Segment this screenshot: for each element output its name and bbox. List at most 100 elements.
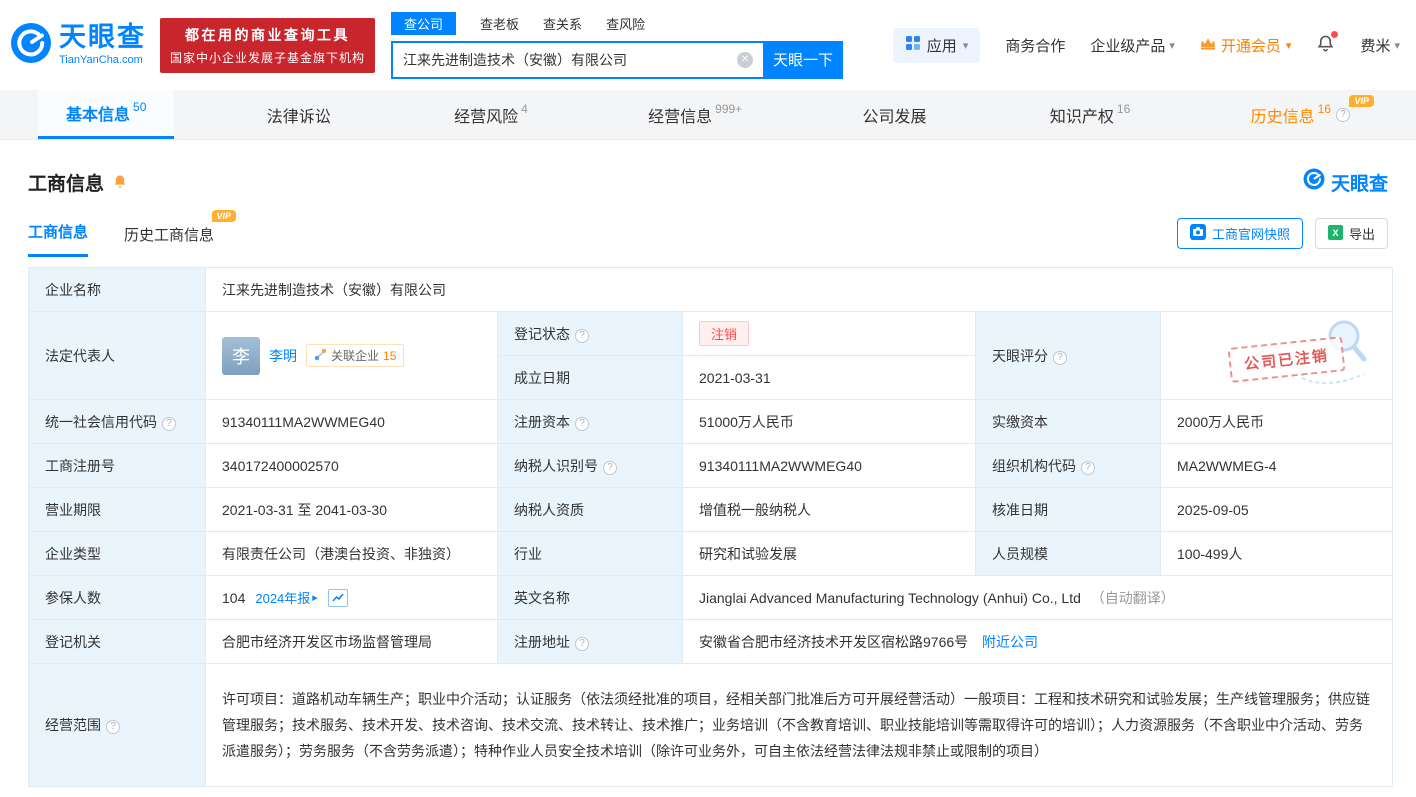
tab-legal-proceedings[interactable]: 法律诉讼 <box>239 90 362 139</box>
insured-count-label-cell: 参保人数 <box>28 575 206 620</box>
vip-badge: VIP <box>1349 95 1374 107</box>
field-label: 实缴资本 <box>992 413 1048 430</box>
camera-icon <box>1189 224 1206 243</box>
report-label: 2024年报 <box>255 591 311 606</box>
official-snapshot-button[interactable]: 工商官网快照 <box>1176 218 1303 249</box>
industry-label-cell: 行业 <box>497 531 683 576</box>
help-icon[interactable]: ? <box>575 416 589 431</box>
field-value: 2021-03-31 至 2041-03-30 <box>222 501 388 518</box>
taxpayer-quality-cell: 增值税一般纳税人 <box>682 487 976 532</box>
nearby-companies-link[interactable]: 附近公司 <box>982 634 1038 650</box>
legal-rep-name-link[interactable]: 李明 <box>269 346 297 366</box>
open-vip-menu[interactable]: 开通会员 ▾ <box>1200 35 1291 56</box>
staff-size-cell: 100-499人 <box>1159 531 1394 576</box>
english-name-value: Jianglai Advanced Manufacturing Technolo… <box>699 589 1081 606</box>
subtab-business-registration[interactable]: 工商信息 <box>28 221 89 257</box>
tab-count: 16 <box>1116 101 1131 116</box>
field-label: 成立日期 <box>514 369 570 386</box>
tab-history-info[interactable]: VIP 历史信息 16 ? <box>1223 90 1378 139</box>
crown-icon <box>1200 37 1216 54</box>
business-cooperation-link[interactable]: 商务合作 <box>1005 35 1065 56</box>
brand-name: 天眼查 <box>59 22 146 52</box>
registration-authority-label-cell: 登记机关 <box>28 619 206 664</box>
reg-status-label-cell: 登记状态? <box>497 311 683 356</box>
field-label: 注册资本 <box>514 413 570 430</box>
tab-company-development[interactable]: 公司发展 <box>835 90 958 139</box>
reg-status-cell: 注销 <box>682 311 976 356</box>
notifications-button[interactable] <box>1316 30 1339 57</box>
approval-date-label-cell: 核准日期 <box>975 487 1161 532</box>
slogan-line1: 都在用的商业查询工具 <box>185 26 350 43</box>
search-tab-risk[interactable]: 查风险 <box>606 12 645 35</box>
legal-rep-avatar[interactable]: 李 <box>222 336 260 375</box>
network-icon <box>314 348 327 364</box>
establish-date-cell: 2021-03-31 <box>682 355 976 400</box>
tyc-score-label-cell: 天眼评分? <box>975 311 1161 400</box>
auto-translate-note: （自动翻译） <box>1090 589 1175 606</box>
table-row: 统一社会信用代码? 91340111MA2WWMEG40 注册资本? 51000… <box>28 399 1394 444</box>
trend-chart-icon[interactable] <box>327 588 348 607</box>
help-icon[interactable]: ? <box>603 460 617 475</box>
help-icon[interactable]: ? <box>162 416 176 431</box>
field-value: 91340111MA2WWMEG40 <box>699 457 862 474</box>
search-tab-company[interactable]: 查公司 <box>391 11 457 35</box>
search-input[interactable] <box>391 40 764 79</box>
top-right-menu: 应用 ▾ 商务合作 企业级产品 ▾ 开通会员 ▾ 费米 ▾ <box>892 27 1400 63</box>
tab-operation-risk[interactable]: 经营风险 4 <box>426 90 556 139</box>
taxpayer-id-label-cell: 纳税人识别号? <box>497 443 683 488</box>
table-row: 企业类型 有限责任公司（港澳台投资、非独资） 行业 研究和试验发展 人员规模 1… <box>28 531 1394 576</box>
help-icon[interactable]: ? <box>1335 107 1350 122</box>
status-badge: 注销 <box>699 321 750 346</box>
registered-capital-label-cell: 注册资本? <box>497 399 683 444</box>
tab-label: 经营风险 <box>454 108 519 126</box>
help-icon[interactable]: ? <box>1081 460 1095 475</box>
section-header: 工商信息 天眼查 <box>28 168 1388 196</box>
clear-search-icon[interactable]: ✕ <box>737 51 754 68</box>
search-block: 查公司 查老板 查关系 查风险 ✕ 天眼一下 <box>391 11 844 79</box>
help-icon[interactable]: ? <box>575 636 589 651</box>
apps-menu[interactable]: 应用 ▾ <box>892 27 981 63</box>
tab-basic-info[interactable]: 基本信息 50 <box>38 90 175 139</box>
search-tab-relation[interactable]: 查关系 <box>543 12 582 35</box>
field-value: 340172400002570 <box>222 457 339 474</box>
reg-number-cell: 340172400002570 <box>205 443 498 488</box>
search-tab-boss[interactable]: 查老板 <box>480 12 519 35</box>
tab-label: 知识产权 <box>1049 108 1114 126</box>
subtab-history-registration[interactable]: VIP 历史工商信息 <box>124 210 237 257</box>
table-row: 企业名称 江来先进制造技术（安徽）有限公司 <box>28 267 1394 312</box>
related-companies-badge[interactable]: 关联企业 15 <box>306 344 405 367</box>
help-icon[interactable]: ? <box>106 720 120 734</box>
org-code-cell: MA2WWMEG-4 <box>1159 443 1394 488</box>
help-icon[interactable]: ? <box>1053 350 1067 365</box>
tab-intellectual-property[interactable]: 知识产权 16 <box>1022 90 1158 139</box>
user-menu[interactable]: 费米 ▾ <box>1360 35 1400 56</box>
export-button[interactable]: X 导出 <box>1314 218 1388 249</box>
table-row: 法定代表人 李 李明 关联企业 15 登记状态? 注销 天眼评分 ? 公司已注销 <box>28 311 1394 400</box>
main-content: 工商信息 天眼查 工商信息 VIP 历史工商信息 工商官网快照 X 导出 企业名… <box>0 168 1416 787</box>
username-label: 费米 <box>1360 37 1391 55</box>
tab-business-info[interactable]: 经营信息 999+ <box>620 90 770 139</box>
subtabs-row: 工商信息 VIP 历史工商信息 工商官网快照 X 导出 <box>28 210 1388 257</box>
field-label: 企业名称 <box>45 281 101 298</box>
apps-grid-icon <box>905 35 921 55</box>
address-value: 安徽省合肥市经济技术开发区宿松路9766号 <box>699 633 969 650</box>
subscribe-bell-icon[interactable] <box>112 174 128 190</box>
enterprise-label: 企业级产品 <box>1090 37 1166 55</box>
watermark-brand-name: 天眼查 <box>1330 173 1388 195</box>
business-info-table: 企业名称 江来先进制造技术（安徽）有限公司 法定代表人 李 李明 关联企业 15 <box>28 267 1394 787</box>
annual-report-link[interactable]: 2024年报 ▸ <box>255 588 317 607</box>
tianyancha-logo[interactable]: 天眼查 TianYanCha.com <box>10 22 146 69</box>
table-row: 参保人数 104 2024年报 ▸ 英文名称 Jianglai Advanced… <box>28 575 1394 620</box>
registration-authority-cell: 合肥市经济开发区市场监督管理局 <box>205 619 498 664</box>
field-label: 登记状态 <box>514 325 570 342</box>
field-label: 统一社会信用代码 <box>45 413 157 430</box>
registered-address-cell: 安徽省合肥市经济技术开发区宿松路9766号 附近公司 <box>681 619 1394 664</box>
field-value: 2021-03-31 <box>699 369 771 386</box>
field-label: 企业类型 <box>45 545 101 562</box>
table-row: 营业期限 2021-03-31 至 2041-03-30 纳税人资质 增值税一般… <box>28 487 1394 532</box>
search-button[interactable]: 天眼一下 <box>763 40 844 79</box>
help-icon[interactable]: ? <box>575 328 589 343</box>
tab-count: 16 <box>1317 101 1331 116</box>
tab-label: 经营信息 <box>648 108 713 126</box>
enterprise-products-menu[interactable]: 企业级产品 ▾ <box>1090 35 1175 56</box>
